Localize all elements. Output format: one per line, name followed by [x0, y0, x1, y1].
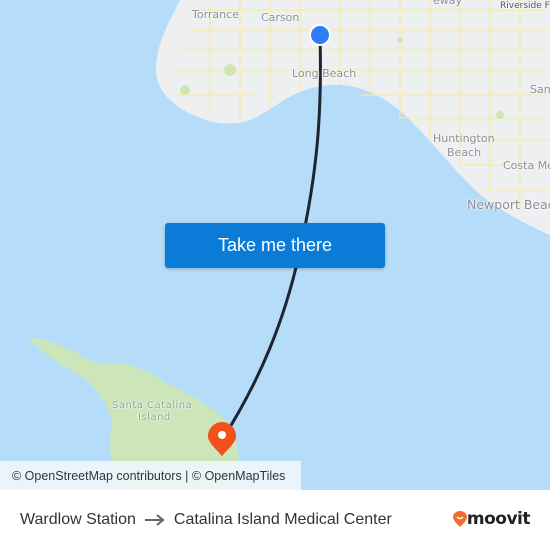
place-label: Sant: [530, 83, 550, 96]
place-label: Carson: [261, 11, 300, 24]
place-label: Beach: [447, 146, 482, 159]
moovit-pin-icon: [452, 510, 467, 527]
place-label: Long Beach: [292, 67, 357, 80]
moovit-wordmark: moovit: [466, 509, 531, 529]
place-label: Newport Beac: [467, 197, 550, 212]
map-attribution[interactable]: © OpenStreetMap contributors | © OpenMap…: [0, 461, 301, 490]
map[interactable]: Torrance Carson Long Beach eway Riversid…: [0, 0, 550, 490]
origin-marker: [309, 24, 331, 46]
place-label: Huntington: [433, 132, 495, 145]
place-label: eway: [433, 0, 463, 7]
place-label: Santa Catalina: [112, 400, 193, 411]
footer: Wardlow Station Catalina Island Medical …: [0, 490, 550, 550]
route-destination: Catalina Island Medical Center: [173, 511, 392, 528]
take-me-there-button[interactable]: Take me there: [165, 223, 385, 268]
place-label: Costa Me: [503, 159, 550, 172]
arrow-right-icon: [144, 514, 165, 526]
place-label: Torrance: [192, 8, 239, 21]
place-label: Riverside F: [500, 1, 550, 11]
place-label: Island: [138, 412, 171, 423]
moovit-logo[interactable]: moovit: [452, 509, 531, 529]
route-origin: Wardlow Station: [20, 511, 136, 528]
